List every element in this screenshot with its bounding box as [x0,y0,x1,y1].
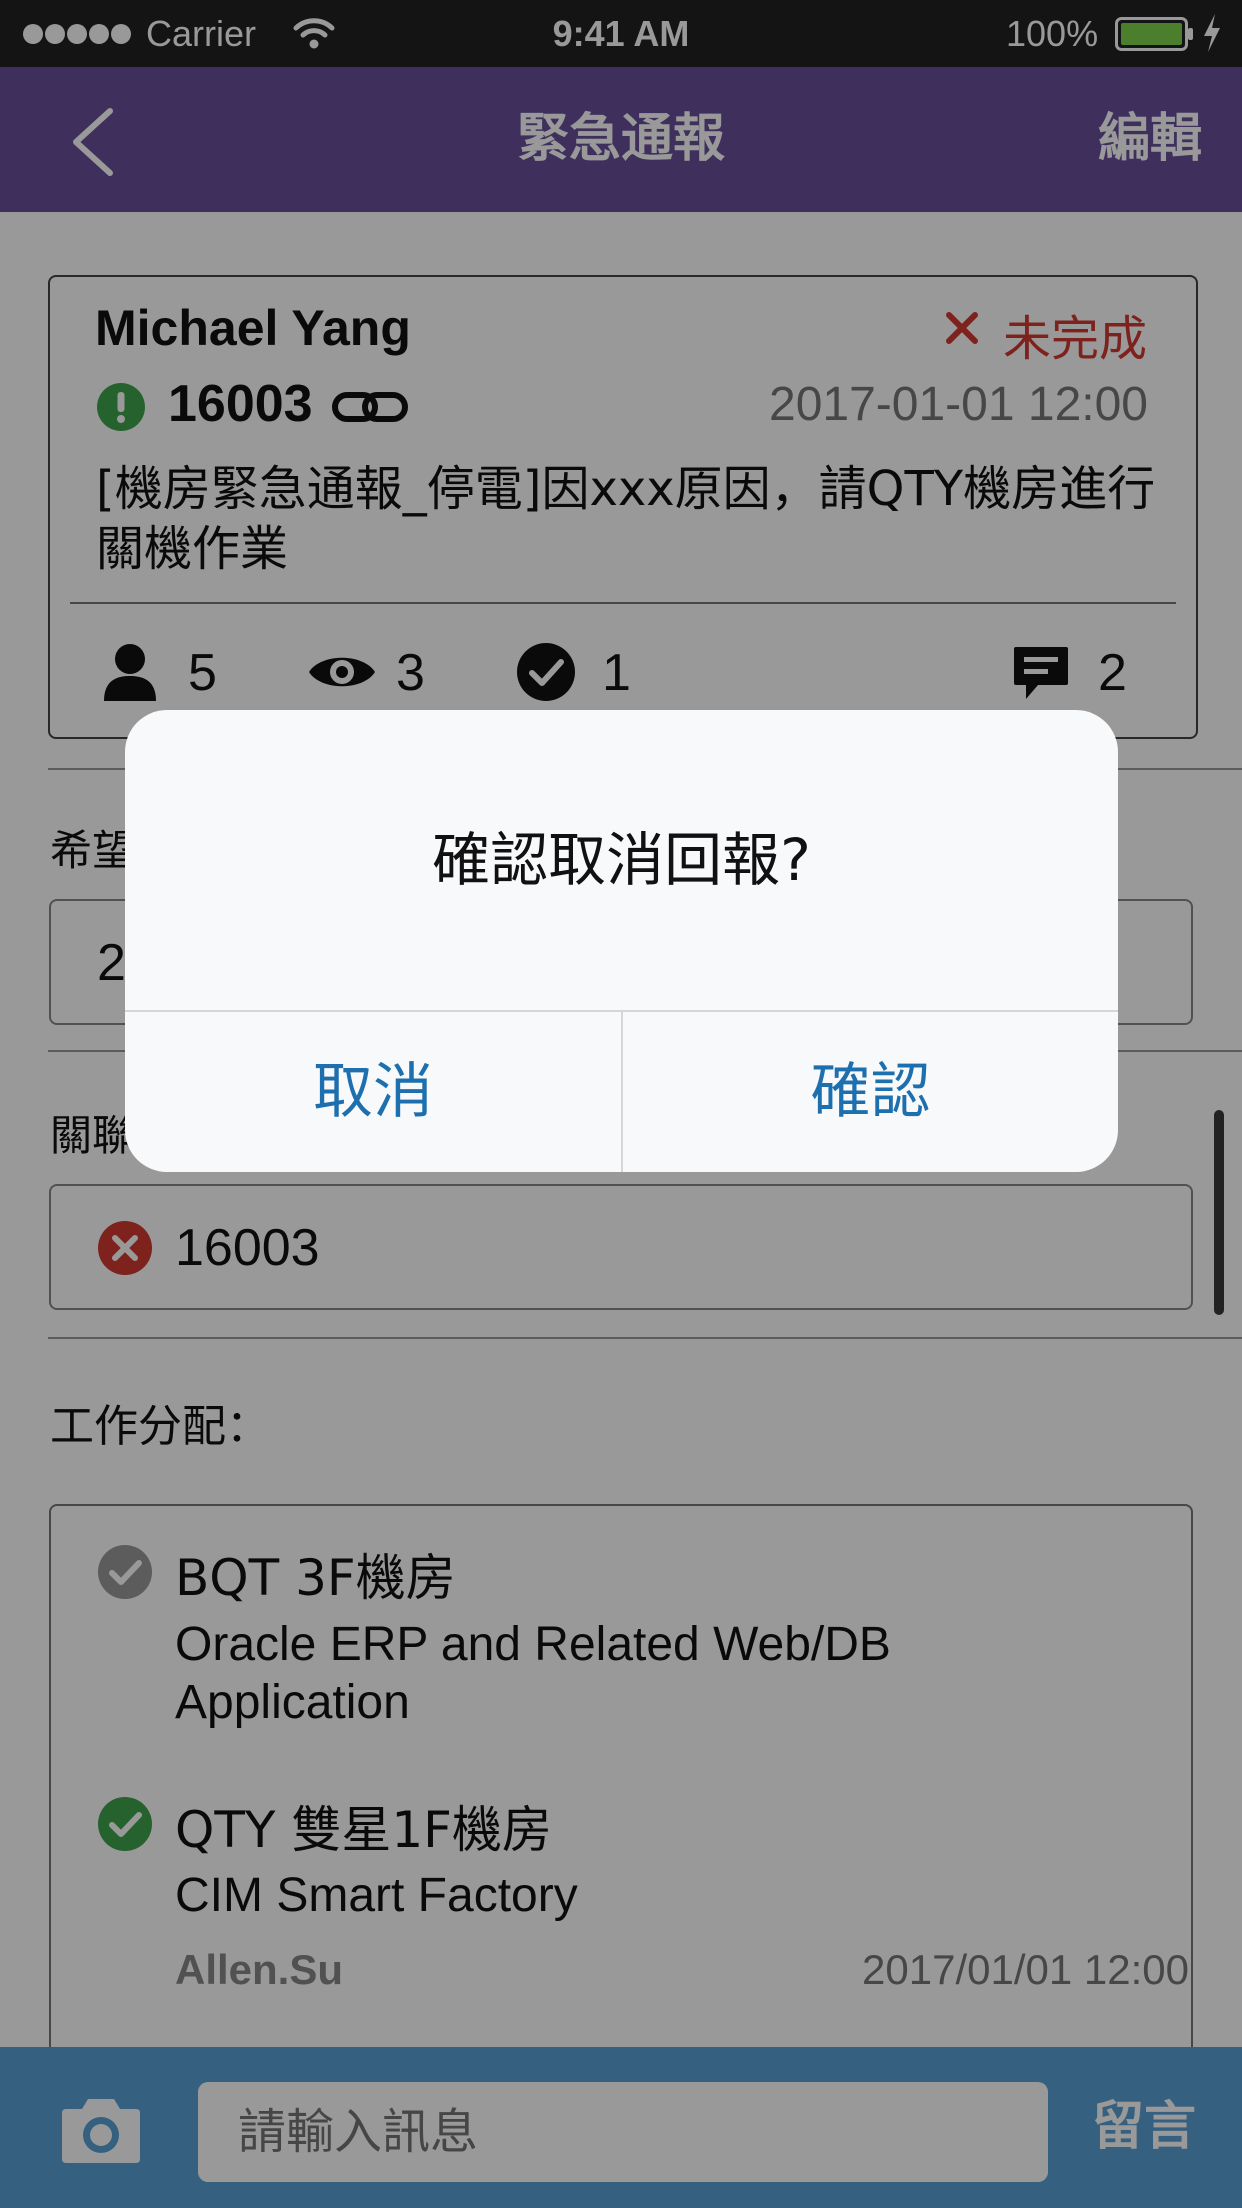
cancel-button[interactable]: 取消 [125,1012,621,1172]
confirm-dialog: 確認取消回報? 取消 確認 [125,710,1118,1172]
scrollbar[interactable] [1214,1110,1224,1315]
dialog-message: 確認取消回報? [432,826,811,894]
confirm-button[interactable]: 確認 [623,1012,1118,1172]
